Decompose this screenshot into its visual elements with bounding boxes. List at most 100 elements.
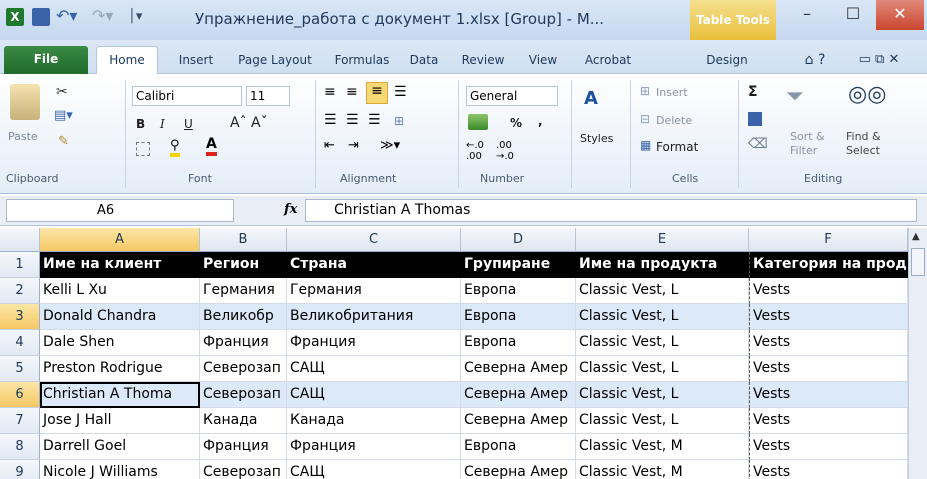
cell-country[interactable]: Франция (287, 434, 461, 460)
row-header[interactable]: 3 (0, 304, 40, 330)
name-box[interactable]: A6 (6, 199, 234, 222)
fx-icon[interactable]: fx (284, 202, 297, 217)
help-icon[interactable]: ⌂ ? (800, 47, 830, 74)
cell-region[interactable]: Германия (200, 278, 287, 304)
decrease-indent-icon[interactable]: ⇤ (324, 138, 335, 153)
column-header-d[interactable]: D (461, 228, 576, 252)
decrease-decimal-icon[interactable]: .00 →.0 (496, 140, 514, 162)
fill-color-icon[interactable]: ⚲ (170, 138, 180, 157)
cell-country[interactable]: Германия (287, 278, 461, 304)
cell-product[interactable]: Classic Vest, L (576, 278, 749, 304)
find-select-button[interactable]: Find & (846, 130, 881, 143)
row-header[interactable]: 9 (0, 460, 40, 479)
copy-icon[interactable]: ▤▾ (54, 108, 73, 123)
align-bottom-icon[interactable]: ≡ (366, 82, 388, 104)
increase-decimal-icon[interactable]: ←.0.00 (466, 140, 484, 162)
sort-filter-icon[interactable]: ⏷ (786, 84, 804, 109)
cell-country[interactable]: Франция (287, 330, 461, 356)
bold-button[interactable]: B (136, 117, 145, 131)
align-left-icon[interactable]: ☰ (324, 112, 337, 128)
cell-category[interactable]: Vests (749, 278, 908, 304)
delete-cells-button[interactable]: Delete (656, 114, 692, 127)
header-cell-region[interactable]: Регион (200, 252, 287, 278)
font-name-combo[interactable]: Calibri (132, 86, 242, 106)
format-cells-button[interactable]: Format (656, 140, 698, 154)
font-size-combo[interactable]: 11 (246, 86, 290, 106)
tab-formulas[interactable]: Formulas (326, 47, 398, 74)
cell-region[interactable]: Северозап (200, 356, 287, 382)
merge-center-icon[interactable]: ⊞ (394, 114, 404, 128)
formula-input[interactable]: Christian A Thomas (305, 199, 917, 222)
cell-region[interactable]: Северозап (200, 460, 287, 479)
cell-grouping[interactable]: Северна Амер (461, 460, 576, 479)
align-top-icon[interactable]: ≡ (324, 84, 336, 100)
paste-button[interactable]: Paste (8, 130, 38, 143)
cell-category[interactable]: Vests (749, 382, 908, 408)
cell-country[interactable]: САЩ (287, 460, 461, 479)
customize-qat-icon[interactable]: │▾ (128, 8, 178, 26)
cell-region[interactable]: Канада (200, 408, 287, 434)
cell-category[interactable]: Vests (749, 460, 908, 479)
cell-client[interactable]: Dale Shen (40, 330, 200, 356)
increase-indent-icon[interactable]: ⇥ (348, 138, 359, 153)
cell-category[interactable]: Vests (749, 356, 908, 382)
cell-product[interactable]: Classic Vest, L (576, 330, 749, 356)
row-header[interactable]: 1 (0, 252, 40, 278)
ribbon-window-controls[interactable]: ▭ ⧉ ✕ (836, 47, 922, 74)
header-cell-country[interactable]: Страна (287, 252, 461, 278)
cell-category[interactable]: Vests (749, 304, 908, 330)
cell-country[interactable]: Великобритания (287, 304, 461, 330)
cell-product[interactable]: Classic Vest, L (576, 304, 749, 330)
number-format-combo[interactable]: General (466, 86, 558, 106)
tab-file[interactable]: File (4, 46, 88, 74)
cell-country[interactable]: САЩ (287, 356, 461, 382)
vertical-scrollbar[interactable]: ▲ (908, 228, 927, 479)
row-header[interactable]: 7 (0, 408, 40, 434)
orientation-icon[interactable]: ≫▾ (380, 138, 400, 153)
cell-client[interactable]: Preston Rodrigue (40, 356, 200, 382)
cell-grouping[interactable]: Европа (461, 304, 576, 330)
cell-product[interactable]: Classic Vest, L (576, 382, 749, 408)
column-header-a[interactable]: A (40, 228, 200, 252)
row-header[interactable]: 4 (0, 330, 40, 356)
header-cell-grouping[interactable]: Групиране (461, 252, 576, 278)
cell-grouping[interactable]: Северна Амер (461, 408, 576, 434)
font-color-icon[interactable]: A (206, 136, 217, 156)
cell-client[interactable]: Christian A Thoma (40, 382, 200, 408)
align-center-icon[interactable]: ☰ (346, 112, 359, 128)
align-right-icon[interactable]: ☰ (368, 112, 381, 128)
wrap-text-icon[interactable]: ☰ (394, 84, 407, 100)
scroll-thumb[interactable] (911, 248, 925, 276)
row-header[interactable]: 6 (0, 382, 40, 408)
cell-product[interactable]: Classic Vest, M (576, 460, 749, 479)
excel-icon[interactable]: X (6, 8, 24, 26)
tab-insert[interactable]: Insert (168, 47, 224, 74)
cell-grouping[interactable]: Европа (461, 330, 576, 356)
minimize-button[interactable]: – (784, 0, 830, 30)
row-header[interactable]: 2 (0, 278, 40, 304)
cell-category[interactable]: Vests (749, 330, 908, 356)
cell-country[interactable]: Канада (287, 408, 461, 434)
cut-icon[interactable]: ✂ (56, 84, 68, 100)
cell-client[interactable]: Nicole J Williams (40, 460, 200, 479)
accounting-format-icon[interactable] (468, 114, 488, 130)
sort-filter-button[interactable]: Sort & (790, 130, 825, 143)
cell-region[interactable]: Великобр (200, 304, 287, 330)
cell-country[interactable]: САЩ (287, 382, 461, 408)
cell-category[interactable]: Vests (749, 434, 908, 460)
italic-button[interactable]: I (160, 117, 165, 131)
binoculars-icon[interactable]: ◎◎ (848, 82, 886, 107)
cell-client[interactable]: Jose J Hall (40, 408, 200, 434)
header-cell-product[interactable]: Име на продукта (576, 252, 749, 278)
cell-client[interactable]: Donald Chandra (40, 304, 200, 330)
cell-grouping[interactable]: Северна Амер (461, 382, 576, 408)
row-header[interactable]: 5 (0, 356, 40, 382)
align-middle-icon[interactable]: ≡ (346, 84, 358, 100)
tab-page-layout[interactable]: Page Layout (230, 47, 320, 74)
underline-button[interactable]: U (184, 117, 193, 131)
cell-region[interactable]: Франция (200, 330, 287, 356)
cell-region[interactable]: Франция (200, 434, 287, 460)
column-header-f[interactable]: F (749, 228, 908, 252)
save-icon[interactable] (32, 8, 50, 26)
column-header-c[interactable]: C (287, 228, 461, 252)
